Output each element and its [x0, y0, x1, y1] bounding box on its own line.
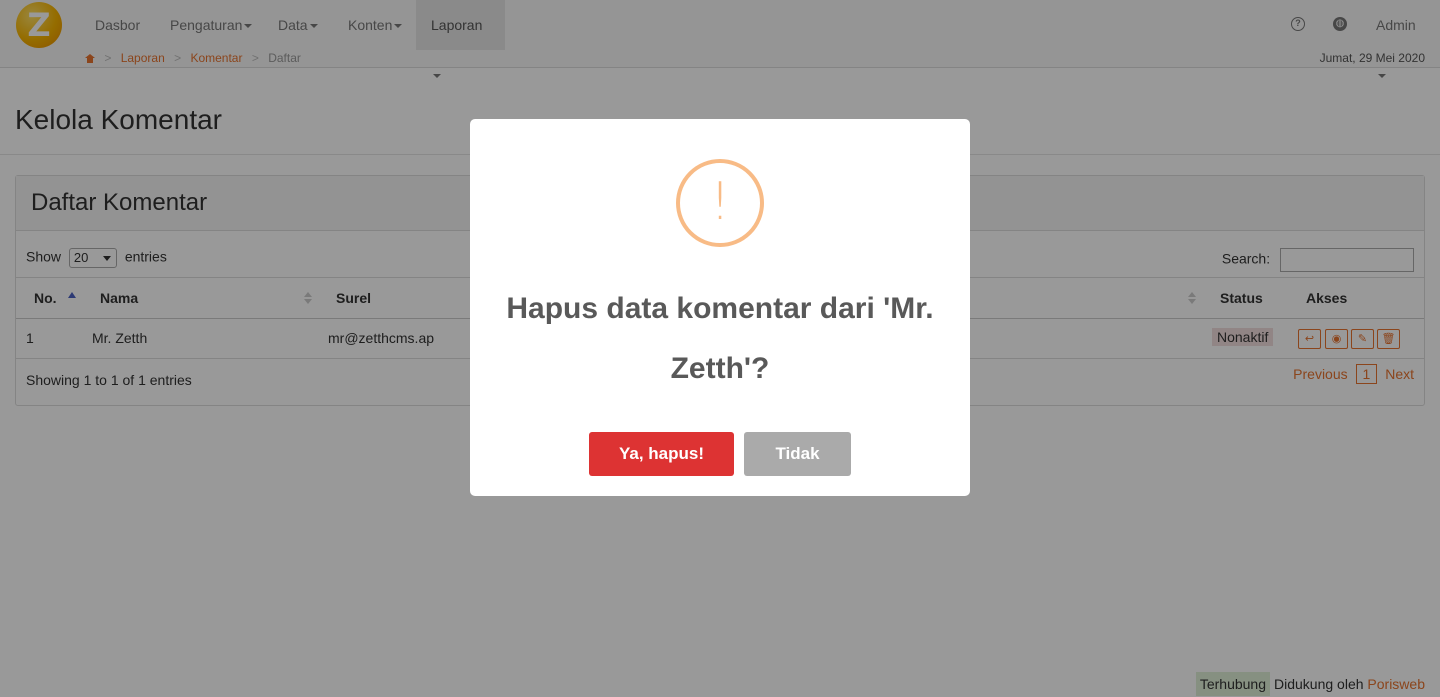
warning-icon: ! [676, 159, 764, 247]
dialog-title: Hapus data komentar dari 'Mr. Zetth'? [506, 292, 934, 385]
confirm-delete-button[interactable]: Ya, hapus! [589, 432, 734, 476]
cancel-button[interactable]: Tidak [744, 432, 851, 476]
confirm-delete-dialog: ! Hapus data komentar dari 'Mr. Zetth'? … [470, 119, 970, 496]
